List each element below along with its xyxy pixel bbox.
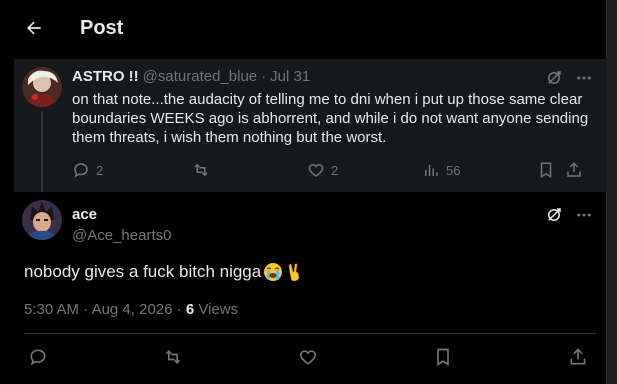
parent-post-actions: 2 2 56 <box>72 161 592 179</box>
bookmark-icon[interactable] <box>433 347 453 367</box>
separator-dot: · <box>261 68 267 85</box>
post-date[interactable]: Aug 4, 2026 <box>92 301 173 318</box>
bookmark-button[interactable] <box>537 161 565 179</box>
reply-count: 2 <box>96 162 104 178</box>
views-count: 6 <box>185 301 195 318</box>
user-handle[interactable]: @saturated_blue <box>143 68 257 85</box>
view-count: 56 <box>446 162 461 178</box>
main-post-top-icons <box>545 206 593 224</box>
bookmark-icon <box>537 161 555 179</box>
parent-post-header: ASTRO !! @saturated_blue · Jul 31 <box>72 68 310 85</box>
post-text-row: nobody gives a fuck bitch nigga <box>24 262 305 282</box>
page-title: Post <box>80 16 124 39</box>
repost-button[interactable] <box>192 161 307 179</box>
reply-button[interactable]: 2 <box>72 161 192 179</box>
avatar[interactable] <box>22 200 62 240</box>
analytics-icon <box>422 161 440 179</box>
separator-dot: · <box>176 301 182 318</box>
post-page: Post ASTRO !! @saturated_blue · Jul 31 o… <box>0 0 607 384</box>
page-header: Post <box>0 0 607 56</box>
separator-dot: · <box>83 301 89 318</box>
parent-post-top-icons <box>545 69 593 87</box>
divider <box>24 333 596 334</box>
post-date[interactable]: Jul 31 <box>270 68 310 85</box>
repost-icon[interactable] <box>163 347 183 367</box>
share-icon <box>565 161 583 179</box>
grok-icon[interactable] <box>545 206 563 224</box>
grok-icon[interactable] <box>545 69 563 87</box>
like-count: 2 <box>331 162 339 178</box>
like-button[interactable]: 2 <box>307 161 422 179</box>
scrollbar[interactable] <box>607 0 617 384</box>
more-options-icon[interactable] <box>575 206 593 224</box>
user-handle[interactable]: @Ace_hearts0 <box>72 227 171 244</box>
share-button[interactable] <box>565 161 583 179</box>
main-post-actions <box>28 347 588 367</box>
loudly-crying-face-emoji <box>263 262 283 282</box>
display-name[interactable]: ASTRO !! <box>72 68 139 85</box>
post-time[interactable]: 5:30 AM <box>24 301 79 318</box>
back-arrow-icon[interactable] <box>18 12 50 44</box>
heart-icon[interactable] <box>298 347 318 367</box>
reply-icon[interactable] <box>28 347 48 367</box>
display-name[interactable]: ace <box>72 206 97 223</box>
post-text: on that note...the audacity of telling m… <box>72 91 589 146</box>
avatar[interactable] <box>22 67 62 107</box>
victory-hand-emoji <box>285 262 305 282</box>
reply-icon <box>72 161 90 179</box>
more-options-icon[interactable] <box>575 69 593 87</box>
post-text: nobody gives a fuck bitch nigga <box>24 262 262 281</box>
heart-icon <box>307 161 325 179</box>
share-icon[interactable] <box>568 347 588 367</box>
parent-post[interactable]: ASTRO !! @saturated_blue · Jul 31 on tha… <box>14 59 607 192</box>
views-button[interactable]: 56 <box>422 161 537 179</box>
views-label: Views <box>198 301 239 318</box>
thread-connector-line <box>41 111 43 192</box>
post-metadata: 5:30 AM · Aug 4, 2026 · 6 Views <box>24 301 238 318</box>
repost-icon <box>192 161 210 179</box>
